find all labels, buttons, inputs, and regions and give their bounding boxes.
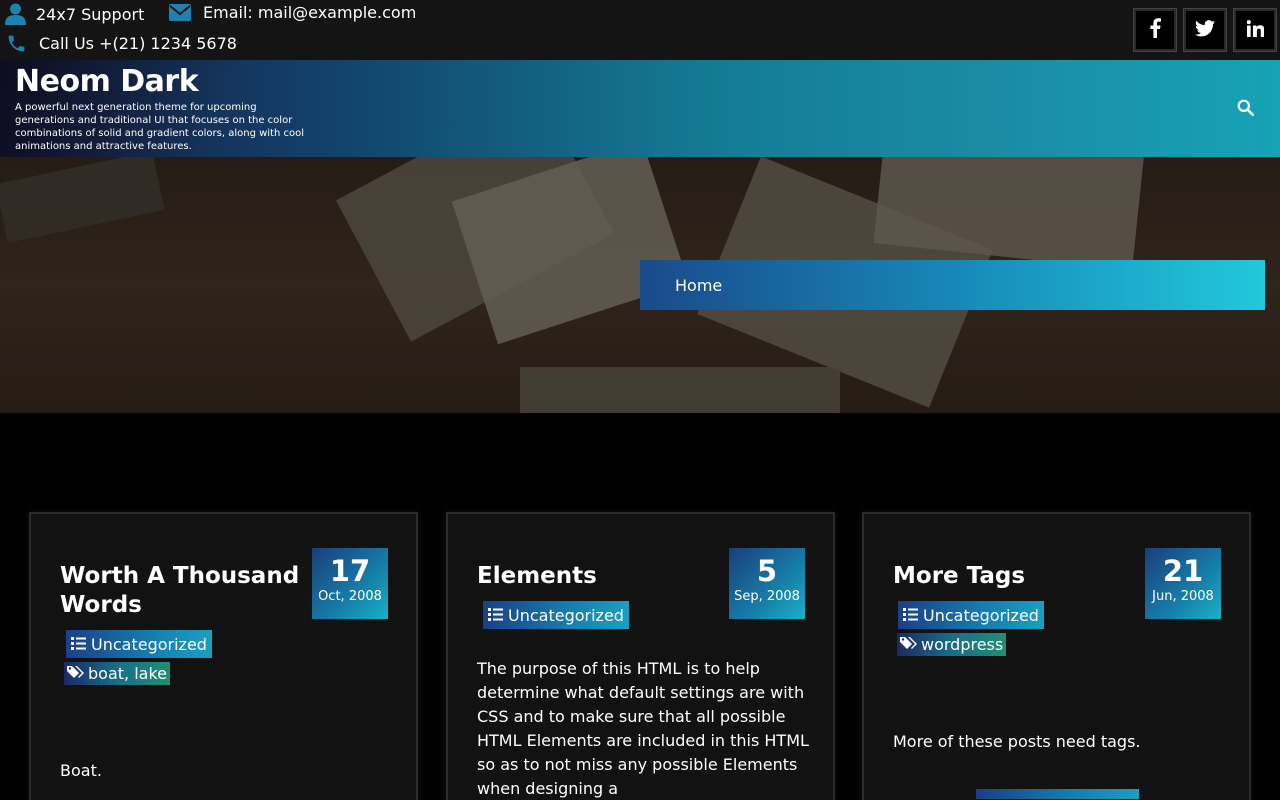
category-label: Uncategorized bbox=[91, 634, 207, 654]
list-icon bbox=[903, 606, 918, 625]
call-text: Call Us +(21) 1234 5678 bbox=[39, 34, 237, 53]
post-title[interactable]: Worth A Thousand Words bbox=[60, 562, 300, 620]
post-card: Elements 5 Sep, 2008 Uncategorized The p… bbox=[446, 512, 835, 800]
post-date[interactable]: 17 Oct, 2008 bbox=[312, 548, 388, 619]
post-card: More Tags 21 Jun, 2008 Uncategorized wor… bbox=[862, 512, 1251, 800]
post-date-month: Oct, 2008 bbox=[318, 589, 382, 604]
breadcrumb: Home bbox=[640, 260, 1265, 310]
post-excerpt: The purpose of this HTML is to help dete… bbox=[477, 659, 809, 798]
search-button[interactable] bbox=[1234, 98, 1256, 120]
tags-icon bbox=[900, 635, 917, 654]
envelope-icon bbox=[169, 4, 191, 21]
top-bar: 24x7 Support Email: mail@example.com Cal… bbox=[0, 0, 1280, 60]
site-title[interactable]: Neom Dark bbox=[15, 64, 199, 99]
category-label: Uncategorized bbox=[923, 605, 1039, 625]
twitter-icon bbox=[1195, 19, 1215, 41]
category-chip[interactable]: Uncategorized bbox=[898, 601, 1044, 629]
linkedin-button[interactable] bbox=[1234, 9, 1276, 51]
email-info[interactable]: Email: mail@example.com bbox=[169, 3, 416, 22]
tags-chip[interactable]: wordpress bbox=[897, 633, 1007, 656]
category-chip[interactable]: Uncategorized bbox=[66, 630, 212, 658]
user-icon bbox=[5, 3, 26, 25]
support-info: 24x7 Support bbox=[5, 3, 144, 25]
facebook-icon bbox=[1149, 18, 1161, 42]
post-card: Worth A Thousand Words 17 Oct, 2008 Unca… bbox=[29, 512, 418, 800]
post-excerpt: More of these posts need tags. bbox=[893, 732, 1141, 751]
twitter-button[interactable] bbox=[1184, 9, 1226, 51]
search-icon bbox=[1237, 99, 1254, 120]
post-date-month: Sep, 2008 bbox=[734, 589, 800, 604]
tags-label: boat, lake bbox=[88, 664, 167, 683]
tags-icon bbox=[67, 664, 84, 683]
list-icon bbox=[71, 635, 86, 654]
post-title[interactable]: Elements bbox=[477, 562, 717, 591]
post-date[interactable]: 21 Jun, 2008 bbox=[1145, 548, 1221, 619]
read-more-button[interactable] bbox=[976, 789, 1139, 799]
tags-label: wordpress bbox=[921, 635, 1004, 654]
post-date-day: 5 bbox=[756, 554, 778, 588]
tags-chip[interactable]: boat, lake bbox=[64, 662, 170, 685]
post-date[interactable]: 5 Sep, 2008 bbox=[729, 548, 805, 619]
email-text: Email: mail@example.com bbox=[203, 3, 417, 22]
facebook-button[interactable] bbox=[1134, 9, 1176, 51]
support-text: 24x7 Support bbox=[36, 4, 145, 24]
site-description: A powerful next generation theme for upc… bbox=[15, 102, 305, 152]
post-excerpt: Boat. bbox=[60, 761, 102, 780]
phone-info[interactable]: Call Us +(21) 1234 5678 bbox=[6, 33, 237, 54]
site-header: Neom Dark A powerful next generation the… bbox=[0, 60, 1280, 157]
post-date-month: Jun, 2008 bbox=[1152, 589, 1214, 604]
linkedin-icon bbox=[1246, 19, 1264, 41]
category-label: Uncategorized bbox=[508, 605, 624, 625]
post-date-day: 21 bbox=[1162, 554, 1204, 588]
post-date-day: 17 bbox=[329, 554, 371, 588]
post-title[interactable]: More Tags bbox=[893, 562, 1133, 591]
category-chip[interactable]: Uncategorized bbox=[483, 601, 629, 629]
hero-banner: Home bbox=[0, 157, 1280, 413]
phone-icon bbox=[6, 33, 27, 54]
breadcrumb-home-link[interactable]: Home bbox=[675, 276, 722, 295]
list-icon bbox=[488, 606, 503, 625]
